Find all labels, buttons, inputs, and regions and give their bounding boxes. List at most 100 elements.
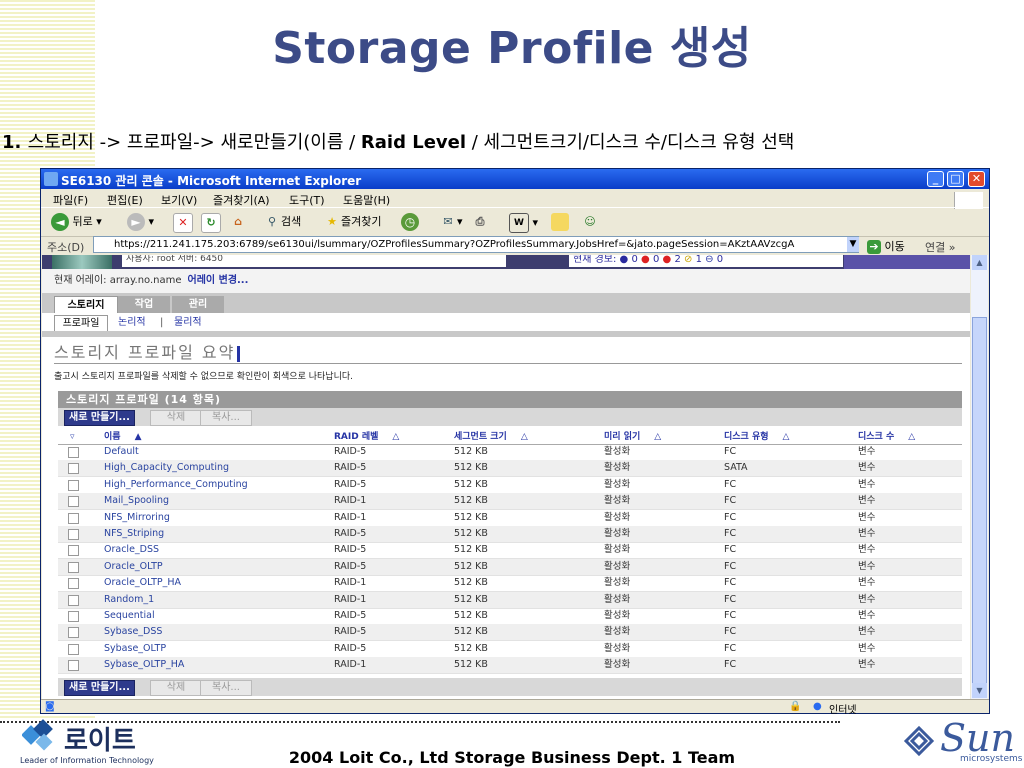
profile-name-link[interactable]: Mail_Spooling — [104, 493, 169, 509]
menu-view[interactable]: 보기(V) — [161, 192, 197, 208]
row-checkbox[interactable] — [68, 660, 79, 672]
change-array-link[interactable]: 어레이 변경... — [188, 275, 249, 286]
profile-name-link[interactable]: Sybase_OLTP_HA — [104, 657, 184, 673]
home-button[interactable]: ⌂ — [229, 213, 247, 231]
cell-count: 변수 — [858, 544, 876, 556]
back-button[interactable]: ◄ 뒤로 ▾ — [51, 213, 102, 231]
cell-seg: 512 KB — [454, 659, 488, 671]
col-diskcount[interactable]: 디스크 수 △ — [858, 430, 915, 444]
row-checkbox[interactable] — [68, 529, 79, 540]
sort-icon: △ — [782, 432, 790, 442]
scroll-down-icon[interactable]: ▼ — [972, 683, 987, 698]
menu-favorites[interactable]: 즐겨찾기(A) — [213, 192, 270, 208]
select-all-icon[interactable]: ▿ — [70, 430, 75, 444]
vertical-scrollbar[interactable]: ▲ ▼ — [971, 255, 988, 699]
profile-name-link[interactable]: Oracle_OLTP — [104, 559, 163, 575]
action-bar-bottom: 새로 만들기... 삭제 복사... — [58, 678, 962, 696]
table-row: Sybase_DSS RAID-5 512 KB 활성화 FC 변수 — [58, 624, 962, 642]
row-checkbox[interactable] — [68, 496, 79, 508]
copy-button[interactable]: 복사... — [200, 410, 252, 426]
profile-name-link[interactable]: High_Performance_Computing — [104, 477, 248, 493]
cell-seg: 512 KB — [454, 577, 488, 589]
messenger-button[interactable]: ☺ — [581, 213, 599, 231]
row-checkbox[interactable] — [68, 627, 79, 639]
alert-summary[interactable]: 현재 경보: ● 0 ● 0 ● 2 ⊘ 1 ⊖ 0 — [569, 255, 843, 267]
profile-name-link[interactable]: Oracle_OLTP_HA — [104, 575, 181, 591]
row-checkbox[interactable] — [68, 479, 79, 491]
search-button[interactable]: ⚲ 검색 — [263, 213, 301, 231]
minimize-button[interactable]: _ — [927, 171, 944, 187]
favorites-button[interactable]: ★ 즐겨찾기 — [323, 213, 381, 231]
table-title: 스토리지 프로파일 (14 항목) — [58, 391, 962, 408]
cell-count: 변수 — [858, 462, 876, 474]
stop-button[interactable]: ✕ — [173, 213, 193, 233]
subtab-physical[interactable]: 물리적 — [174, 315, 202, 330]
discuss-button[interactable] — [551, 213, 569, 231]
alert-major-icon: ● — [662, 255, 672, 265]
subtab-logical[interactable]: 논리적 — [118, 315, 146, 330]
edit-button[interactable]: W ▾ — [509, 213, 538, 233]
tab-storage[interactable]: 스토리지 — [54, 296, 118, 314]
scroll-up-icon[interactable]: ▲ — [972, 255, 987, 270]
print-button[interactable]: ⎙ — [471, 213, 489, 231]
row-checkbox[interactable] — [68, 611, 79, 622]
col-segment[interactable]: 세그먼트 크기 △ — [454, 430, 528, 444]
row-checkbox[interactable] — [68, 561, 79, 573]
row-checkbox[interactable] — [68, 545, 79, 557]
address-input[interactable]: https://211.241.175.203:6789/se6130ui/ls… — [93, 236, 859, 253]
profile-name-link[interactable]: Sybase_DSS — [104, 624, 162, 640]
profile-name-link[interactable]: Sybase_OLTP — [104, 641, 166, 657]
row-checkbox[interactable] — [68, 447, 79, 458]
subtab-profile[interactable]: 프로파일 — [54, 315, 108, 331]
cell-type: FC — [724, 577, 737, 589]
row-checkbox[interactable] — [68, 512, 79, 524]
cell-read: 활성화 — [604, 446, 631, 457]
delete-button-bottom[interactable]: 삭제 — [150, 680, 202, 696]
close-button[interactable]: ✕ — [968, 171, 985, 187]
menu-file[interactable]: 파일(F) — [53, 192, 88, 208]
array-bar: 현재 어레이: array.no.name 어레이 변경... — [42, 269, 970, 293]
row-checkbox[interactable] — [68, 463, 79, 475]
slide-subtitle: 1. 스토리지 -> 프로파일-> 새로만들기(이름 / Raid Level … — [2, 132, 795, 153]
col-raid[interactable]: RAID 레벨 △ — [334, 430, 399, 444]
row-checkbox[interactable] — [68, 578, 79, 590]
profile-name-link[interactable]: Oracle_DSS — [104, 542, 159, 558]
cell-type: FC — [724, 659, 737, 671]
cell-count: 변수 — [858, 659, 876, 671]
tab-jobs[interactable]: 작업 — [118, 296, 170, 313]
history-button[interactable]: ◷ — [401, 213, 419, 231]
menu-tools[interactable]: 도구(T) — [289, 192, 325, 208]
menu-help[interactable]: 도움말(H) — [343, 192, 390, 208]
copy-button-bottom[interactable]: 복사... — [200, 680, 252, 696]
forward-button[interactable]: ► ▾ — [127, 213, 154, 231]
tab-admin[interactable]: 관리 — [172, 296, 224, 313]
profile-name-link[interactable]: NFS_Mirroring — [104, 510, 170, 526]
history-icon: ◷ — [401, 213, 419, 231]
col-readahead[interactable]: 미리 읽기 △ — [604, 430, 661, 444]
profile-name-link[interactable]: Sequential — [104, 608, 155, 624]
row-checkbox[interactable] — [68, 643, 79, 655]
cell-read: 활성화 — [604, 626, 631, 638]
profile-name-link[interactable]: NFS_Striping — [104, 526, 164, 542]
go-button[interactable]: ➔ 이동 — [867, 238, 905, 254]
mail-button[interactable]: ✉ ▾ — [439, 213, 462, 231]
scroll-thumb[interactable] — [972, 317, 987, 687]
col-name[interactable]: 이름 ▲ — [104, 430, 141, 444]
new-button[interactable]: 새로 만들기... — [64, 410, 135, 426]
col-disktype[interactable]: 디스크 유형 △ — [724, 430, 789, 444]
profile-name-link[interactable]: High_Capacity_Computing — [104, 460, 229, 476]
ie-icon — [44, 172, 58, 186]
profile-name-link[interactable]: Random_1 — [104, 592, 154, 608]
refresh-button[interactable]: ↻ — [201, 213, 221, 233]
profile-name-link[interactable]: Default — [104, 444, 139, 460]
menu-edit[interactable]: 편집(E) — [107, 192, 143, 208]
links-button[interactable]: 연결 » — [925, 239, 955, 255]
table-row: Oracle_OLTP RAID-5 512 KB 활성화 FC 변수 — [58, 558, 962, 576]
address-dropdown-icon[interactable]: ▼ — [847, 237, 859, 252]
window-titlebar: SE6130 관리 콘솔 - Microsoft Internet Explor… — [41, 169, 989, 189]
row-checkbox[interactable] — [68, 594, 79, 606]
new-button-bottom[interactable]: 새로 만들기... — [64, 680, 135, 696]
table-row: Default RAID-5 512 KB 활성화 FC 변수 — [58, 444, 962, 461]
maximize-button[interactable]: □ — [947, 171, 964, 187]
delete-button[interactable]: 삭제 — [150, 410, 202, 426]
